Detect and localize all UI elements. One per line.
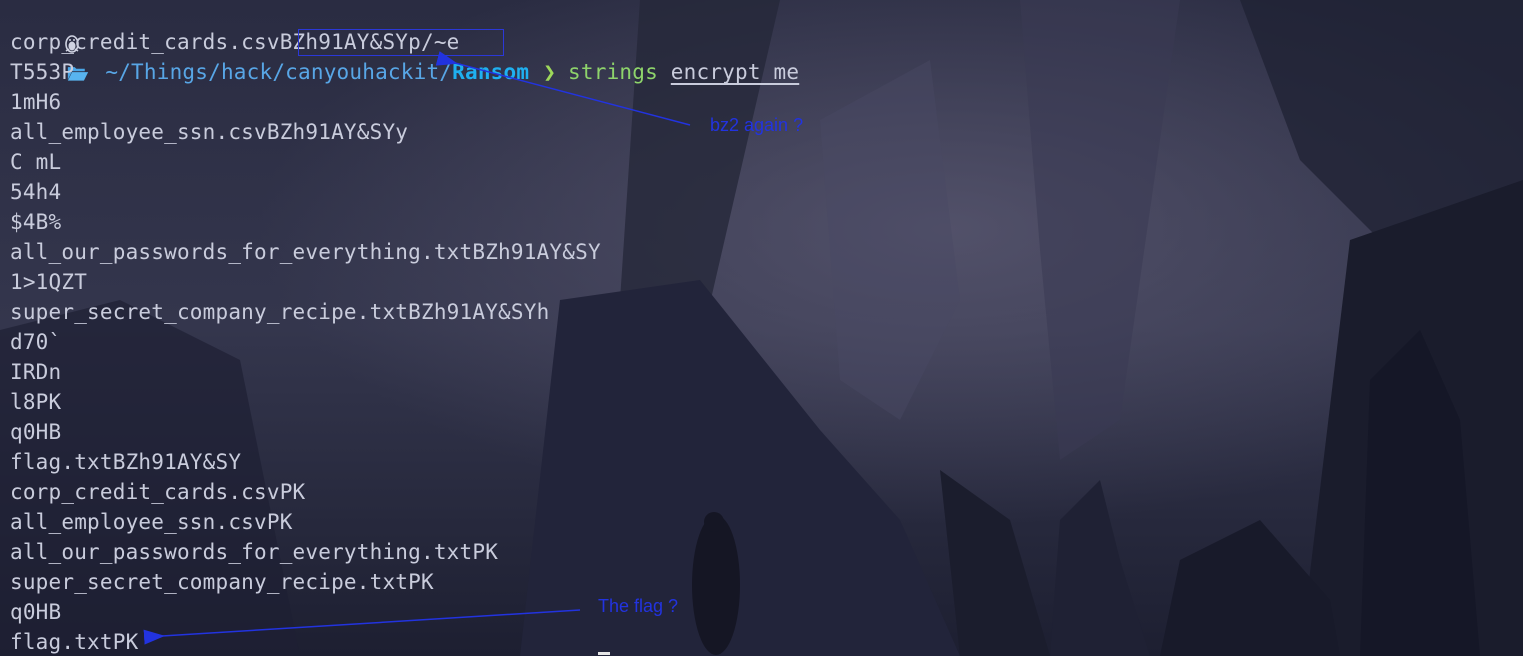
bz2-annotation: bz2 again ?	[710, 115, 804, 135]
annotation-layer: bz2 again ? The flag ?	[0, 0, 1523, 656]
flag-annotation: The flag ?	[598, 596, 679, 616]
annotation-arrows	[143, 51, 691, 645]
bz2-arrow	[435, 51, 691, 126]
flag-arrow	[143, 609, 581, 645]
